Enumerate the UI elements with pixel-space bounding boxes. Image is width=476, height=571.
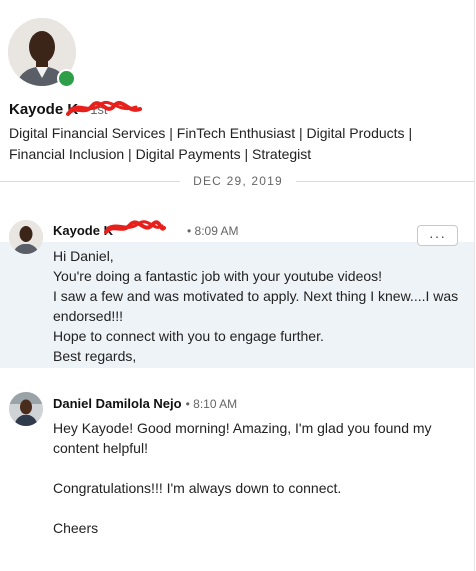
message-line: You're doing a fantastic job with your y… xyxy=(53,268,383,284)
more-options-button[interactable]: ··· xyxy=(417,225,458,246)
redaction-scribble xyxy=(66,100,142,116)
message-header: Daniel Damilola Nejo • 8:10 AM xyxy=(53,396,237,411)
redaction-scribble xyxy=(104,220,166,234)
sender-avatar[interactable] xyxy=(9,220,43,254)
online-status-icon xyxy=(57,69,76,88)
message-line: Hope to connect with you to engage furth… xyxy=(53,328,324,344)
sender-photo xyxy=(9,392,43,426)
sender-photo xyxy=(9,220,43,254)
date-divider: DEC 29, 2019 xyxy=(0,174,476,188)
message-time: • 8:10 AM xyxy=(185,397,238,411)
message-line: I saw a few and was motivated to apply. … xyxy=(53,288,459,324)
message-time-value: 8:09 AM xyxy=(194,224,239,238)
message-line: Best regards, xyxy=(53,348,137,364)
sender-avatar[interactable] xyxy=(9,392,43,426)
message-sender[interactable]: Daniel Damilola Nejo xyxy=(53,396,182,411)
message-line: Hi Daniel, xyxy=(53,248,114,264)
message-line: Hey Kayode! Good morning! Amazing, I'm g… xyxy=(53,420,432,456)
ellipsis-icon: ··· xyxy=(429,227,446,244)
message-body: Hi Daniel, You're doing a fantastic job … xyxy=(53,246,463,366)
messaging-thread: Kayode K 1st Digital Financial Services … xyxy=(0,0,475,571)
message-line: Cheers xyxy=(53,520,99,536)
message-time: • 8:09 AM xyxy=(186,224,239,238)
date-label: DEC 29, 2019 xyxy=(183,174,293,188)
message-time-value: 8:10 AM xyxy=(193,397,238,411)
message-body: Hey Kayode! Good morning! Amazing, I'm g… xyxy=(53,418,453,538)
message-line: Congratulations!!! I'm always down to co… xyxy=(53,480,342,496)
message-line xyxy=(53,458,453,478)
profile-headline: Digital Financial Services | FinTech Ent… xyxy=(9,125,413,162)
message-line xyxy=(53,498,453,518)
